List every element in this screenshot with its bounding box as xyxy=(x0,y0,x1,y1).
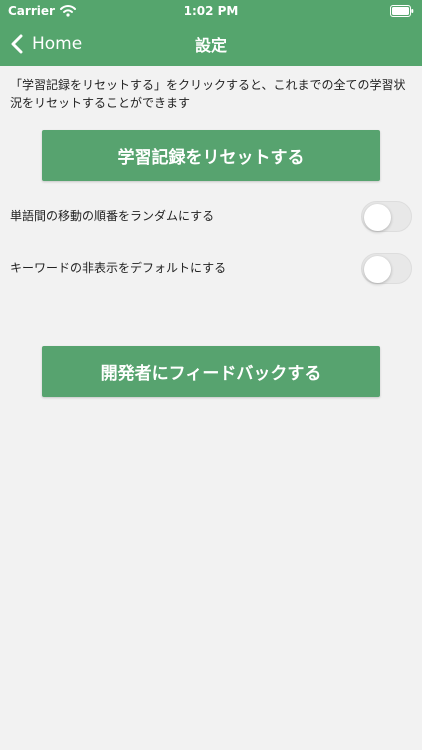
battery-icon xyxy=(390,5,414,17)
setting-label-random-order: 単語間の移動の順番をランダムにする xyxy=(10,209,215,223)
page-title: 設定 xyxy=(194,36,227,55)
hide-keywords-toggle[interactable] xyxy=(361,253,412,284)
status-time: 1:02 PM xyxy=(183,4,239,18)
reset-button-label: 学習記録をリセットする xyxy=(117,148,305,168)
setting-row-hide-keywords: キーワードの非表示をデフォルトにする xyxy=(10,252,412,286)
top-bar: Carrier 1:02 PM Home 設定 xyxy=(0,0,422,66)
feedback-button-label: 開発者にフィードバックする xyxy=(100,364,322,384)
reset-description: 「学習記録をリセットする」をクリックすると、これまでの全ての学習状況をリセットす… xyxy=(10,78,406,110)
toggle-knob xyxy=(364,204,391,231)
random-order-toggle[interactable] xyxy=(361,201,412,232)
navigation-bar: Home 設定 xyxy=(0,24,422,66)
setting-row-random-order: 単語間の移動の順番をランダムにする xyxy=(10,200,412,234)
status-bar: Carrier 1:02 PM xyxy=(0,0,422,24)
setting-label-hide-keywords: キーワードの非表示をデフォルトにする xyxy=(10,261,227,275)
feedback-button[interactable]: 開発者にフィードバックする xyxy=(42,346,380,397)
reset-learning-record-button[interactable]: 学習記録をリセットする xyxy=(42,130,380,181)
toggle-knob xyxy=(364,256,391,283)
